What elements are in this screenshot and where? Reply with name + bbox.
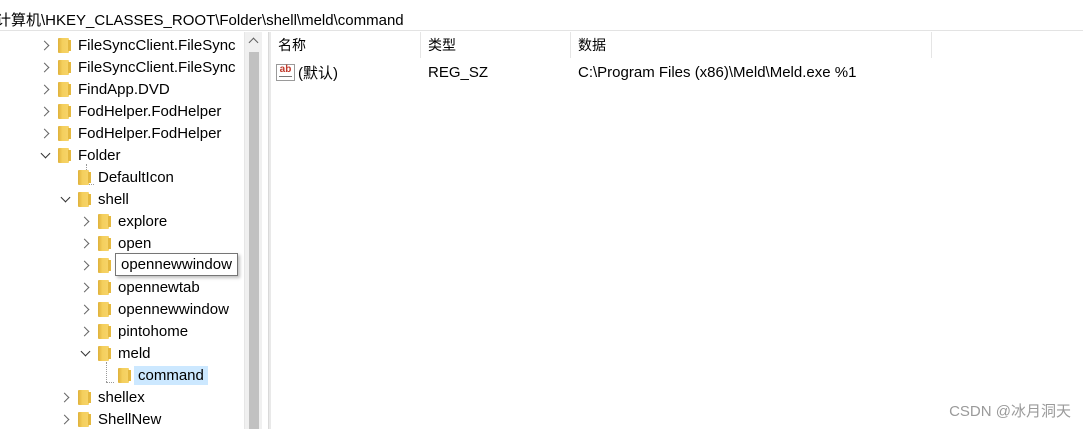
value-data-cell: C:\Program Files (x86)\Meld\Meld.exe %1 [578, 61, 856, 83]
tree-item-findapp-dvd[interactable]: FindApp.DVD [38, 78, 174, 100]
tree-item-fodhelper-1[interactable]: FodHelper.FodHelper [38, 100, 225, 122]
tree-item-label: DefaultIcon [98, 168, 174, 186]
value-type-cell: REG_SZ [428, 61, 488, 83]
folder-icon [78, 411, 91, 427]
value-name-cell[interactable]: ab (默认) [276, 61, 338, 83]
chevron-down-icon[interactable] [78, 342, 92, 364]
chevron-right-icon[interactable] [38, 34, 52, 56]
value-data: C:\Program Files (x86)\Meld\Meld.exe %1 [578, 63, 857, 81]
string-value-icon: ab [276, 63, 295, 81]
chevron-down-icon[interactable] [58, 188, 72, 210]
tree-item-label: command [134, 365, 208, 385]
tree-item-command[interactable]: command [98, 364, 208, 386]
folder-icon [58, 103, 71, 119]
tree-item-opennewtab[interactable]: opennewtab [78, 276, 204, 298]
folder-icon [98, 235, 111, 251]
chevron-right-icon[interactable] [78, 254, 92, 276]
tree-item-label: FileSyncClient.FileSync [78, 58, 236, 76]
column-header-type[interactable]: 类型 [421, 32, 571, 58]
chevron-right-icon[interactable] [78, 232, 92, 254]
tree-item-label: opennewtab [118, 278, 200, 296]
registry-tree: FileSyncClient.FileSync FileSyncClient.F… [0, 32, 262, 429]
folder-icon [98, 213, 111, 229]
column-header-label: 名称 [278, 37, 306, 53]
tree-item-folder[interactable]: Folder [38, 144, 125, 166]
tree-item-opennewwindow[interactable]: opennewwindow [78, 298, 233, 320]
folder-icon [78, 389, 91, 405]
chevron-right-icon[interactable] [78, 320, 92, 342]
scroll-up-arrow-icon[interactable] [245, 32, 262, 49]
folder-icon [58, 147, 71, 163]
column-header-data[interactable]: 数据 [571, 32, 932, 58]
tree-item-open[interactable]: open [78, 232, 155, 254]
tree-item-shellnew[interactable]: ShellNew [58, 408, 165, 429]
tree-item-label: shell [98, 190, 129, 208]
tree-item-label: explore [118, 212, 168, 230]
tree-item-tooltip: opennewwindow [115, 253, 238, 276]
chevron-right-icon[interactable] [58, 386, 72, 408]
tree-item-label: shellex [98, 388, 145, 406]
folder-icon [98, 257, 111, 273]
tree-item-label: opennewwindow [118, 300, 229, 318]
watermark: CSDN @冰月洞天 [949, 403, 1071, 420]
folder-icon [58, 125, 71, 141]
tree-item-filesyncclient-2[interactable]: FileSyncClient.FileSync [38, 56, 240, 78]
tree-item-defaulticon[interactable]: DefaultIcon [58, 166, 178, 188]
chevron-right-icon[interactable] [38, 56, 52, 78]
scroll-thumb[interactable] [249, 52, 259, 429]
tree-scrollbar[interactable] [244, 32, 262, 429]
chevron-down-icon[interactable] [38, 144, 52, 166]
tree-item-explore[interactable]: explore [78, 210, 171, 232]
tree-item-pintohome[interactable]: pintohome [78, 320, 192, 342]
tree-item-meld[interactable]: meld [78, 342, 155, 364]
tree-item-label: pintohome [118, 322, 189, 340]
address-bar[interactable]: 计算机\HKEY_CLASSES_ROOT\Folder\shell\meld\… [0, 6, 1083, 31]
tree-item-shell[interactable]: shell [58, 188, 133, 210]
chevron-right-icon[interactable] [78, 276, 92, 298]
tree-item-label: meld [118, 344, 151, 362]
folder-icon [78, 191, 91, 207]
folder-icon [98, 279, 111, 295]
folder-icon [58, 59, 71, 75]
tree-item-label: FileSyncClient.FileSync [78, 36, 236, 54]
value-name: (默认) [298, 64, 338, 82]
chevron-right-icon[interactable] [78, 210, 92, 232]
tree-item-filesyncclient-1[interactable]: FileSyncClient.FileSync [38, 34, 240, 56]
value-type: REG_SZ [428, 63, 489, 81]
column-header-label: 数据 [578, 37, 606, 53]
folder-icon [78, 169, 91, 185]
address-path[interactable]: 计算机\HKEY_CLASSES_ROOT\Folder\shell\meld\… [0, 9, 404, 30]
tree-item-label: ShellNew [98, 410, 162, 428]
folder-icon [98, 345, 111, 361]
tree-item-label: FodHelper.FodHelper [78, 102, 222, 120]
chevron-right-icon[interactable] [58, 408, 72, 429]
folder-icon [58, 37, 71, 53]
folder-icon [98, 301, 111, 317]
chevron-right-icon[interactable] [38, 100, 52, 122]
tree-item-shellex[interactable]: shellex [58, 386, 149, 408]
chevron-right-icon[interactable] [78, 298, 92, 320]
chevron-right-icon[interactable] [38, 122, 52, 144]
tree-item-label: Folder [78, 146, 121, 164]
table-row[interactable]: ab (默认) REG_SZ C:\Program Files (x86)\Me… [271, 61, 1083, 83]
folder-icon [98, 323, 111, 339]
column-header-label: 类型 [428, 37, 456, 53]
folder-icon [58, 81, 71, 97]
tree-item-label: FodHelper.FodHelper [78, 124, 222, 142]
tree-item-fodhelper-2[interactable]: FodHelper.FodHelper [38, 122, 225, 144]
values-list: 名称 类型 数据 ab (默认) REG_SZ C:\Program Files… [271, 32, 1083, 429]
chevron-right-icon[interactable] [38, 78, 52, 100]
tree-item-label: open [118, 234, 152, 252]
folder-icon [118, 367, 131, 383]
tree-item-label: FindApp.DVD [78, 80, 170, 98]
column-header-name[interactable]: 名称 [271, 32, 421, 58]
